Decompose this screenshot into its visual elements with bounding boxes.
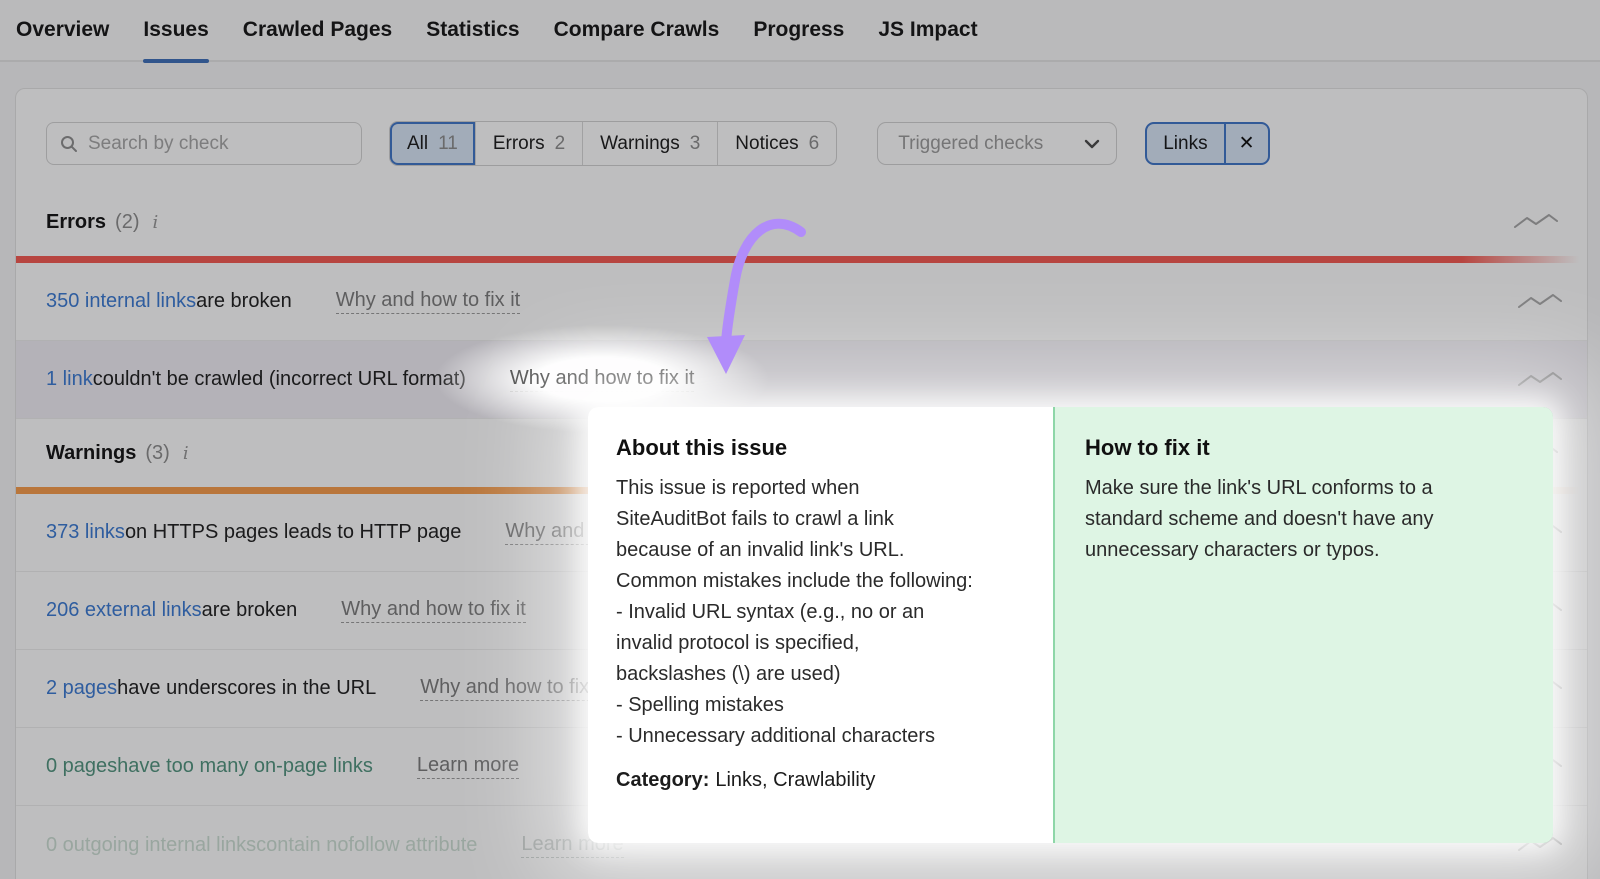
fix-body: Make sure the link's URL conforms to a st… bbox=[1085, 477, 1434, 561]
category-value: Links, Crawlability bbox=[715, 769, 876, 791]
about-this-issue-panel: About this issue This issue is reported … bbox=[588, 407, 1053, 843]
why-how-link-highlighted[interactable]: Why and how to fix it bbox=[435, 325, 769, 433]
issue-details-tooltip: About this issue This issue is reported … bbox=[588, 407, 1553, 843]
curved-arrow-icon bbox=[707, 218, 806, 374]
category-label: Category: bbox=[616, 769, 710, 791]
category-line: Category: Links, Crawlability bbox=[616, 769, 1035, 792]
about-title: About this issue bbox=[616, 435, 788, 460]
fix-title: How to fix it bbox=[1085, 435, 1210, 460]
how-to-fix-panel: How to fix it Make sure the link's URL c… bbox=[1053, 407, 1553, 843]
about-body: This issue is reported when SiteAuditBot … bbox=[616, 477, 973, 747]
